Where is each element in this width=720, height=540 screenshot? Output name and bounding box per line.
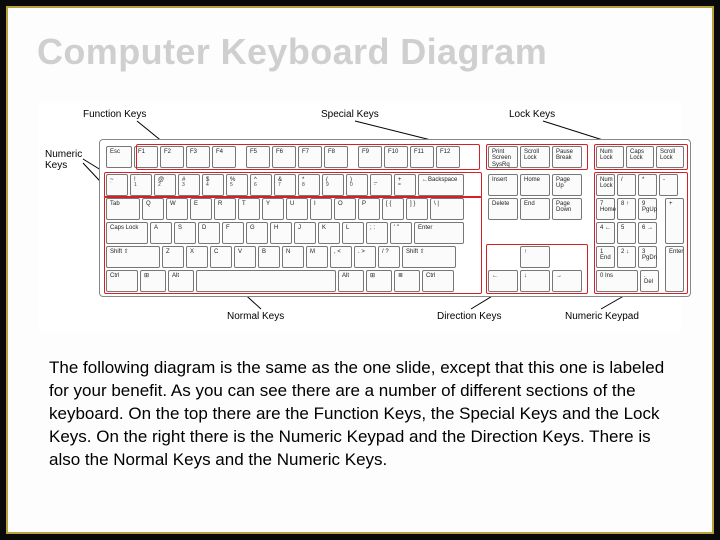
group-special: [486, 144, 588, 170]
keyboard-body: EscF1F2F3F4F5F6F7F8F9F10F11F12 Print Scr…: [99, 139, 691, 297]
keyboard-diagram: Function Keys Special Keys Lock Keys Num…: [39, 103, 681, 331]
group-normal: [104, 196, 482, 294]
key: Esc: [106, 146, 132, 168]
label-lock-keys: Lock Keys: [509, 109, 555, 120]
row-nav-1: InsertHomePage Up: [488, 174, 582, 196]
key: End: [520, 198, 550, 220]
description-paragraph: The following diagram is the same as the…: [49, 357, 671, 472]
key: Page Up: [552, 174, 582, 196]
page-title: Computer Keyboard Diagram: [37, 31, 547, 73]
label-special-keys: Special Keys: [321, 109, 379, 120]
label-function-keys: Function Keys: [83, 109, 146, 120]
group-keypad: [594, 172, 688, 294]
label-numeric-keys: Numeric Keys: [45, 149, 82, 171]
label-numeric-keypad: Numeric Keypad: [565, 311, 639, 322]
label-normal-keys: Normal Keys: [227, 311, 284, 322]
key: Delete: [488, 198, 518, 220]
group-direction: [486, 244, 588, 294]
group-numeric: [104, 172, 482, 198]
group-function: [136, 144, 480, 170]
key: Home: [520, 174, 550, 196]
key: Insert: [488, 174, 518, 196]
group-lock: [594, 144, 688, 170]
key: Page Down: [552, 198, 582, 220]
row-nav-2: DeleteEndPage Down: [488, 198, 582, 220]
label-direction-keys: Direction Keys: [437, 311, 501, 322]
